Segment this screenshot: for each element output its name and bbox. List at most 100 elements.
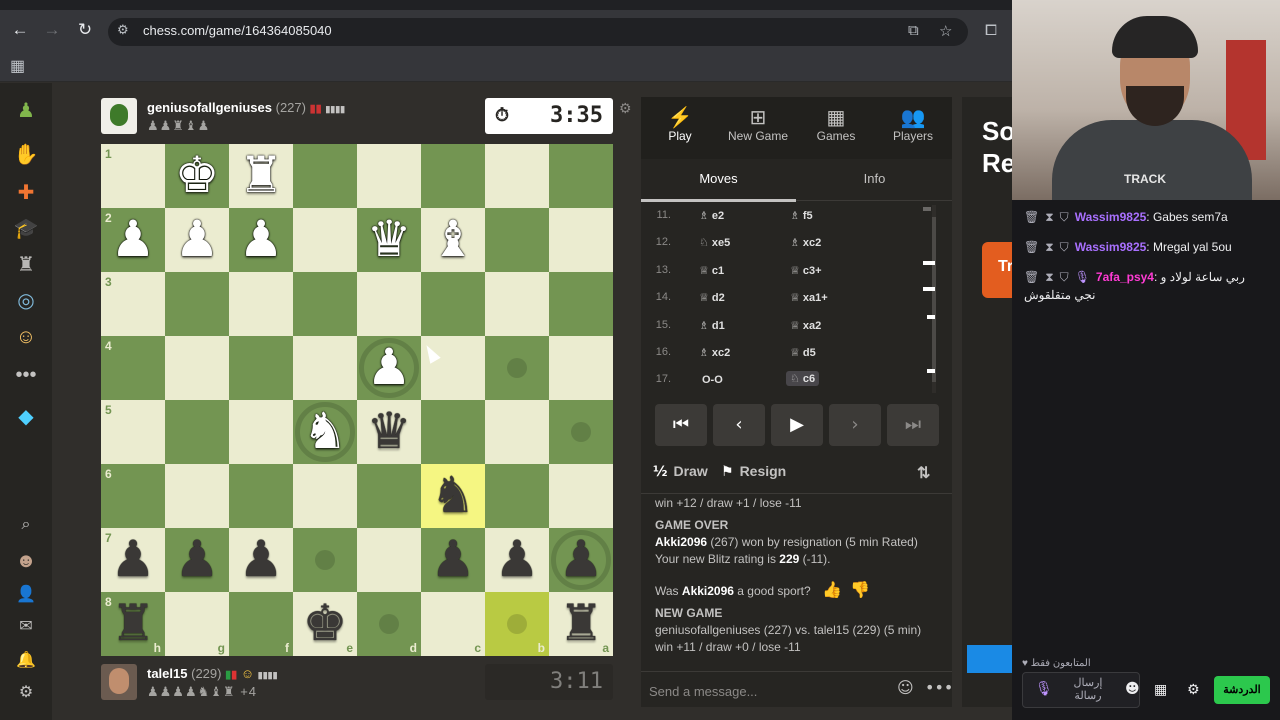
square-c5[interactable]	[421, 400, 485, 464]
tab-info[interactable]: Info	[797, 171, 952, 186]
thumbs-up-icon[interactable]: 👍	[822, 580, 842, 599]
square-a1[interactable]	[549, 144, 613, 208]
search-icon[interactable]: ⌕	[12, 511, 40, 539]
tab-play[interactable]: ⚡ Play	[641, 105, 719, 143]
extensions-icon[interactable]: ⧠	[985, 22, 997, 39]
square-h7[interactable]: 7 ♟	[101, 528, 165, 592]
square-c2[interactable]: ♝	[421, 208, 485, 272]
square-f7[interactable]: ♟	[229, 528, 293, 592]
square-g7[interactable]: ♟	[165, 528, 229, 592]
gear-icon[interactable]: ⚙	[1187, 682, 1200, 698]
square-f2[interactable]: ♟	[229, 208, 293, 272]
square-a3[interactable]	[549, 272, 613, 336]
square-b8[interactable]: b	[485, 592, 549, 656]
square-f8[interactable]: f	[229, 592, 293, 656]
square-h8[interactable]: 8 h ♜	[101, 592, 165, 656]
chat-username[interactable]: Wassim9825	[1075, 210, 1147, 224]
profile-avatar[interactable]: ☻	[12, 547, 40, 575]
move-hint-dot[interactable]	[507, 614, 527, 634]
last-move-button[interactable]: ⏭	[887, 404, 939, 446]
square-c3[interactable]	[421, 272, 485, 336]
promo-blue-button[interactable]	[967, 645, 1012, 673]
timeout-icon[interactable]: ⧗	[1045, 270, 1053, 284]
square-a7[interactable]: ♟	[549, 528, 613, 592]
star-icon[interactable]: ☆	[939, 22, 952, 40]
social-icon[interactable]: ☺	[12, 323, 40, 351]
square-d7[interactable]	[357, 528, 421, 592]
square-a5[interactable]	[549, 400, 613, 464]
white-bishop-piece[interactable]: ♝	[421, 208, 485, 272]
thumbs-down-icon[interactable]: 👎	[850, 580, 870, 599]
black-queen-piece[interactable]: ♛	[357, 400, 421, 464]
more-options-icon[interactable]: •••	[925, 678, 953, 697]
white-knight-piece[interactable]: ♞	[293, 400, 357, 464]
square-h3[interactable]: 3	[101, 272, 165, 336]
square-e1[interactable]	[293, 144, 357, 208]
black-move[interactable]: ♕ xa1+	[790, 291, 828, 304]
black-move[interactable]: ♕ c3+	[790, 264, 822, 277]
black-move[interactable]: ♘ c6	[786, 371, 820, 387]
tab-players[interactable]: 👥 Players	[874, 105, 952, 143]
square-a6[interactable]	[549, 464, 613, 528]
square-c1[interactable]	[421, 144, 485, 208]
square-d1[interactable]	[357, 144, 421, 208]
white-move[interactable]: ♗ d1	[699, 319, 725, 332]
white-move[interactable]: ♗ xc2	[699, 346, 730, 359]
message-input[interactable]	[649, 680, 889, 702]
install-icon[interactable]: ⧉	[908, 22, 919, 39]
move-list[interactable]: 11. ♗ e2 ♗ f5 12. ♘ xe5 ♗ xc2 13. ♕ c1 ♕ c3+ 14. ♕ d2 ♕ xa1…	[641, 202, 952, 392]
chat-input[interactable]: 🎙 إرسال رسالة ☻	[1022, 672, 1140, 708]
square-d6[interactable]	[357, 464, 421, 528]
chat-username[interactable]: 7afa_psy4	[1096, 270, 1154, 284]
white-move[interactable]: ♗ e2	[699, 209, 724, 222]
friends-icon[interactable]: 👤	[12, 581, 40, 609]
delete-icon[interactable]: 🗑	[1024, 270, 1039, 284]
black-rook-piece[interactable]: ♜	[549, 592, 613, 656]
black-move[interactable]: ♗ f5	[790, 209, 813, 222]
timeout-icon[interactable]: ⧗	[1045, 240, 1053, 254]
square-h5[interactable]: 5	[101, 400, 165, 464]
white-king-piece[interactable]: ♚	[165, 144, 229, 208]
emoji-icon[interactable]: ☻	[1125, 681, 1140, 697]
square-d8[interactable]: d	[357, 592, 421, 656]
white-move[interactable]: O-O	[699, 373, 723, 386]
white-move[interactable]: ♘ xe5	[699, 236, 730, 249]
square-a4[interactable]	[549, 336, 613, 400]
square-g6[interactable]	[165, 464, 229, 528]
notifications-icon[interactable]: 🔔	[12, 647, 40, 675]
move-hint-dot[interactable]	[379, 614, 399, 634]
square-g2[interactable]: ♟	[165, 208, 229, 272]
square-f6[interactable]	[229, 464, 293, 528]
square-g4[interactable]	[165, 336, 229, 400]
square-h4[interactable]: 4	[101, 336, 165, 400]
square-h1[interactable]: 1	[101, 144, 165, 208]
watch-icon[interactable]: ♜	[12, 251, 40, 279]
square-a2[interactable]	[549, 208, 613, 272]
white-queen-piece[interactable]: ♛	[357, 208, 421, 272]
square-f1[interactable]: ♜	[229, 144, 293, 208]
timeout-icon[interactable]: ⧗	[1045, 210, 1053, 224]
top-player-avatar[interactable]	[101, 98, 137, 134]
back-arrow-icon[interactable]: ←	[8, 18, 32, 42]
square-b3[interactable]	[485, 272, 549, 336]
black-king-piece[interactable]: ♚	[293, 592, 357, 656]
learn-icon[interactable]: 🎓	[12, 215, 40, 243]
square-c8[interactable]: c	[421, 592, 485, 656]
tune-icon[interactable]: ⚙	[117, 22, 129, 38]
top-player-name[interactable]: geniusofallgeniuses (227) ▮▮ ▮▮▮▮	[147, 100, 345, 115]
square-f4[interactable]	[229, 336, 293, 400]
bottom-player-name[interactable]: talel15 (229) ▮▮ ☺ ▮▮▮▮	[147, 666, 278, 681]
forward-arrow-icon[interactable]: →	[40, 18, 64, 42]
move-hint-dot[interactable]	[571, 422, 591, 442]
next-move-button[interactable]: ›	[829, 404, 881, 446]
scrollbar-thumb[interactable]	[932, 217, 936, 382]
apps-grid-icon[interactable]: ▦	[10, 56, 25, 76]
black-pawn-piece[interactable]: ♟	[421, 528, 485, 592]
black-pawn-piece[interactable]: ♟	[229, 528, 293, 592]
tab-new-game[interactable]: ⊞ New Game	[719, 105, 797, 143]
square-e6[interactable]	[293, 464, 357, 528]
black-move[interactable]: ♕ d5	[790, 346, 816, 359]
square-e3[interactable]	[293, 272, 357, 336]
square-h2[interactable]: 2 ♟	[101, 208, 165, 272]
square-c6[interactable]: ♞	[421, 464, 485, 528]
